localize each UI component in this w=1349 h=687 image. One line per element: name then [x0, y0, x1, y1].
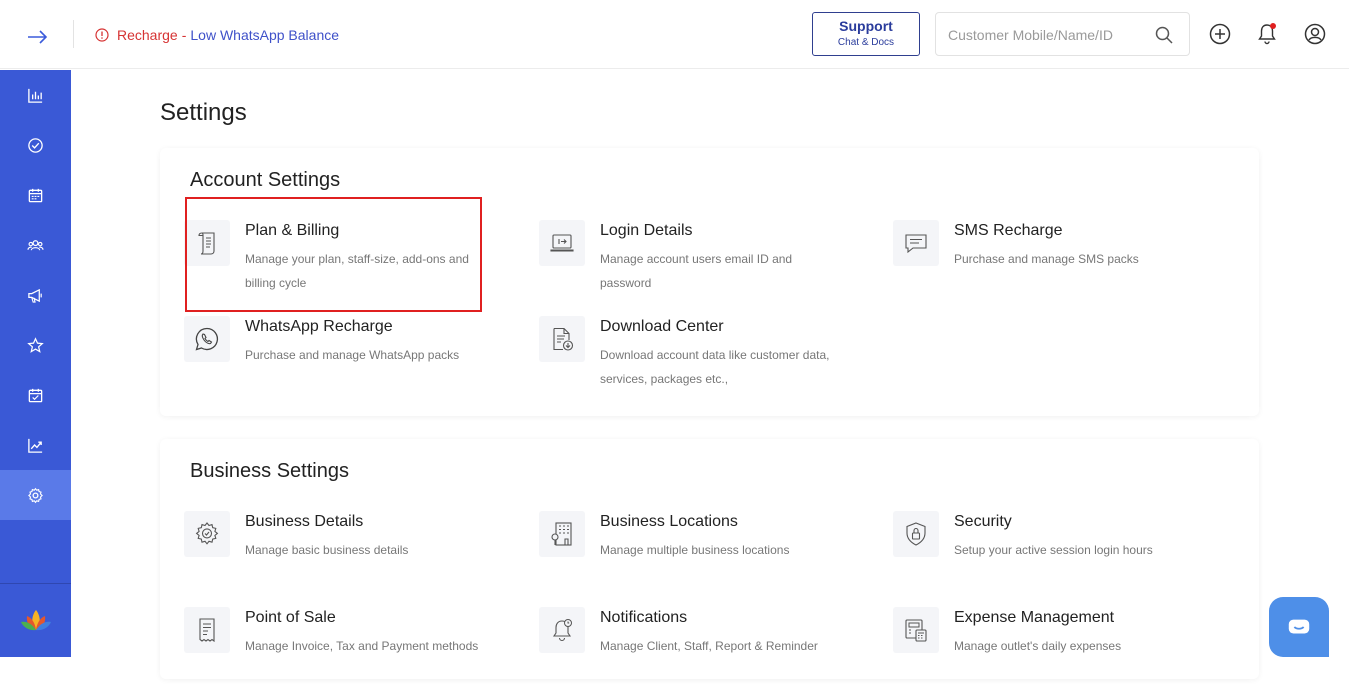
support-subtitle: Chat & Docs: [837, 37, 895, 48]
setting-title: Download Center: [600, 318, 724, 335]
setting-desc: Manage outlet's daily expenses: [954, 639, 1122, 653]
setting-business-locations[interactable]: Business Locations Manage multiple busin…: [539, 511, 869, 591]
setting-title: SMS Recharge: [954, 222, 1063, 239]
sidebar-item-checkin[interactable]: [0, 120, 71, 170]
user-profile-icon[interactable]: [1303, 22, 1327, 46]
expand-sidebar-icon[interactable]: [22, 22, 52, 52]
setting-plan-billing[interactable]: Plan & Billing Manage your plan, staff-s…: [184, 220, 514, 300]
sidebar-item-settings[interactable]: [0, 470, 71, 520]
low-balance-alert: Recharge - Low WhatsApp Balance: [95, 26, 339, 44]
users-icon: [27, 239, 44, 250]
trend-icon: [28, 438, 43, 453]
megaphone-icon: [28, 288, 42, 303]
support-title: Support: [839, 18, 893, 34]
setting-desc: Manage basic business details: [245, 543, 409, 557]
setting-title: Login Details: [600, 222, 693, 239]
calendar-icon: [28, 188, 43, 202]
setting-desc: Manage Client, Staff, Report & Reminder: [600, 639, 818, 653]
sidebar-item-marketing[interactable]: [0, 270, 71, 320]
notification-bell-icon[interactable]: [1255, 22, 1279, 46]
setting-desc: Purchase and manage SMS packs: [954, 252, 1139, 266]
whatsapp-icon: [184, 316, 230, 362]
business-settings-card: Business Settings Business Details Manag…: [160, 439, 1259, 679]
setting-title: Point of Sale: [245, 609, 336, 626]
setting-title: WhatsApp Recharge: [245, 318, 393, 335]
setting-business-details[interactable]: Business Details Manage basic business d…: [184, 511, 514, 591]
sidebar-item-calendar[interactable]: [0, 170, 71, 220]
gear-badge-icon: [184, 511, 230, 557]
add-icon[interactable]: [1208, 22, 1232, 46]
receipt-icon: [184, 607, 230, 653]
customer-search: [935, 12, 1190, 56]
alert-recharge-text: Recharge: [117, 27, 178, 43]
message-icon: [893, 220, 939, 266]
setting-desc: Manage Invoice, Tax and Payment methods: [245, 639, 479, 653]
brand-lotus-logo: [20, 608, 52, 632]
divider: [73, 20, 74, 48]
calculator-icon: [893, 607, 939, 653]
download-doc-icon: [539, 316, 585, 362]
building-icon: [539, 511, 585, 557]
sidebar-item-tasks[interactable]: [0, 370, 71, 420]
setting-expense-management[interactable]: Expense Management Manage outlet's daily…: [893, 607, 1223, 687]
sidebar-divider: [0, 583, 71, 584]
setting-download-center[interactable]: Download Center Download account data li…: [539, 316, 869, 396]
setting-desc: Setup your active session login hours: [954, 543, 1153, 557]
setting-desc: Manage multiple business locations: [600, 543, 790, 557]
scroll-icon: [184, 220, 230, 266]
gear-icon: [28, 487, 43, 503]
setting-desc: Purchase and manage WhatsApp packs: [245, 348, 460, 362]
chat-widget-button[interactable]: [1269, 597, 1329, 657]
sidebar-item-reviews[interactable]: [0, 320, 71, 370]
bell-clock-icon: [539, 607, 585, 653]
search-icon[interactable]: [1155, 26, 1173, 44]
top-bar: Recharge - Low WhatsApp Balance Support …: [0, 0, 1349, 69]
setting-desc: Manage account users email ID and passwo…: [600, 252, 793, 290]
setting-notifications[interactable]: Notifications Manage Client, Staff, Repo…: [539, 607, 869, 687]
setting-sms-recharge[interactable]: SMS Recharge Purchase and manage SMS pac…: [893, 220, 1223, 300]
calendar-check-icon: [28, 388, 43, 402]
setting-title: Security: [954, 513, 1012, 530]
business-settings-title: Business Settings: [190, 460, 349, 482]
low-balance-link[interactable]: Low WhatsApp Balance: [190, 27, 339, 43]
setting-desc: Manage your plan, staff-size, add-ons an…: [245, 252, 469, 290]
setting-login-details[interactable]: Login Details Manage account users email…: [539, 220, 869, 300]
setting-title: Expense Management: [954, 609, 1115, 626]
support-button[interactable]: Support Chat & Docs: [812, 12, 920, 56]
sidebar-item-reports[interactable]: [0, 420, 71, 470]
setting-title: Business Locations: [600, 513, 738, 530]
search-input[interactable]: [948, 24, 1148, 46]
alert-separator: -: [181, 27, 187, 43]
sidebar: [0, 70, 71, 657]
star-icon: [27, 336, 44, 353]
setting-title: Notifications: [600, 609, 688, 626]
laptop-login-icon: [539, 220, 585, 266]
check-circle-icon: [28, 137, 43, 153]
setting-title: Plan & Billing: [245, 222, 340, 239]
chat-icon: [1288, 619, 1310, 634]
bar-chart-icon: [28, 88, 43, 103]
sidebar-item-customers[interactable]: [0, 220, 71, 270]
setting-security[interactable]: Security Setup your active session login…: [893, 511, 1223, 591]
setting-point-of-sale[interactable]: Point of Sale Manage Invoice, Tax and Pa…: [184, 607, 514, 687]
account-settings-card: Account Settings Plan & Billing Manage y…: [160, 148, 1259, 416]
setting-whatsapp-recharge[interactable]: WhatsApp Recharge Purchase and manage Wh…: [184, 316, 514, 396]
sidebar-item-dashboard[interactable]: [0, 70, 71, 120]
setting-title: Business Details: [245, 513, 364, 530]
account-settings-title: Account Settings: [190, 169, 341, 191]
setting-desc: Download account data like customer data…: [600, 348, 830, 386]
page-title: Settings: [160, 99, 247, 126]
shield-lock-icon: [893, 511, 939, 557]
warning-icon: [95, 28, 109, 42]
